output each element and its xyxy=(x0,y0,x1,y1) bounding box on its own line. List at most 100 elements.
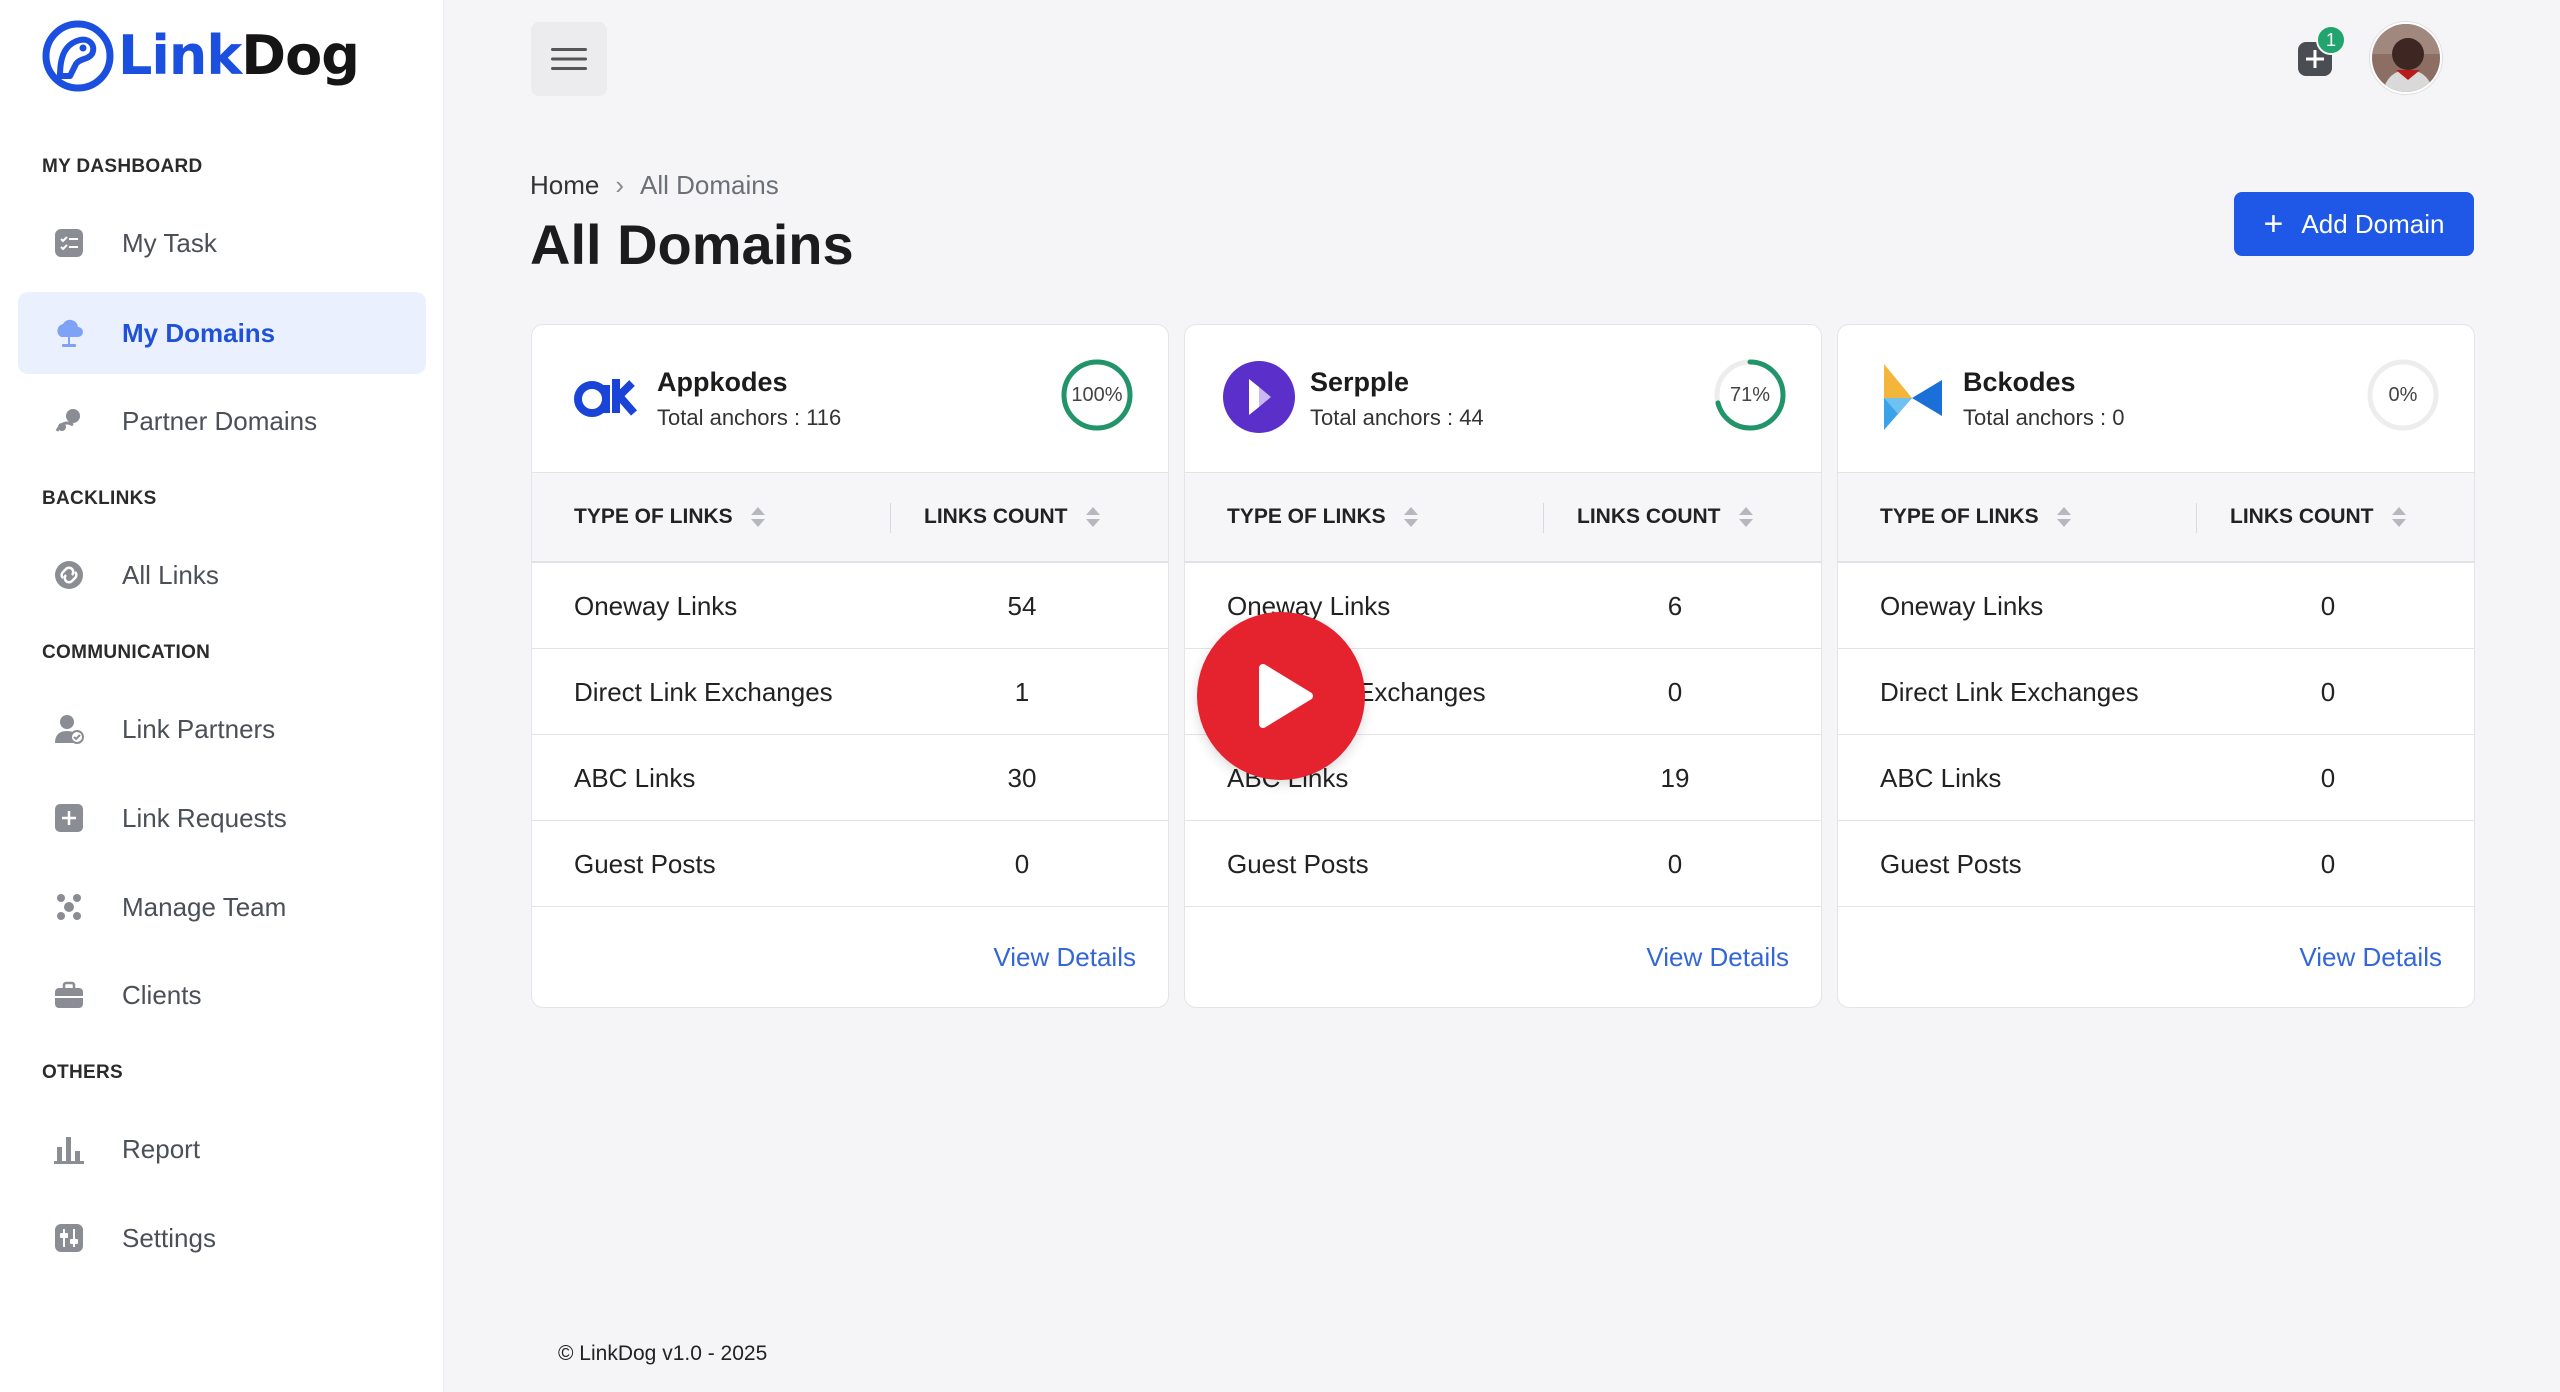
sort-icon[interactable] xyxy=(1738,505,1753,529)
partner-icon xyxy=(52,404,86,438)
card-header: Appkodes Total anchors : 116 100% xyxy=(532,325,1168,473)
brand-name: LinkDog xyxy=(118,24,360,87)
view-details-link[interactable]: View Details xyxy=(993,942,1136,973)
link-count: 1 xyxy=(1014,677,1030,707)
sidebar-item-label: Manage Team xyxy=(122,891,287,922)
video-play-button[interactable] xyxy=(1197,612,1365,780)
notification-count-badge: 1 xyxy=(2316,25,2346,55)
link-count: 6 xyxy=(1667,591,1683,621)
sidebar-item-label: Report xyxy=(122,1133,201,1164)
column-divider xyxy=(890,503,891,533)
brand-logo[interactable]: LinkDog xyxy=(40,18,360,94)
sidebar-item-my-domains[interactable]: My Domains xyxy=(18,292,426,374)
link-icon xyxy=(52,558,86,592)
link-type: Guest Posts xyxy=(1227,849,1369,879)
breadcrumb-separator-icon: › xyxy=(615,170,625,200)
column-divider xyxy=(2196,503,2197,533)
sort-icon[interactable] xyxy=(750,505,765,529)
col-type-of-links[interactable]: TYPE OF LINKS xyxy=(574,505,765,529)
domain-name: Appkodes xyxy=(657,367,788,397)
link-count: 0 xyxy=(2320,591,2336,621)
column-divider xyxy=(1543,503,1544,533)
view-details-link[interactable]: View Details xyxy=(2299,942,2442,973)
col-links-count[interactable]: LINKS COUNT xyxy=(924,505,1100,529)
col-links-count[interactable]: LINKS COUNT xyxy=(1577,505,1753,529)
total-anchors: Total anchors : 0 xyxy=(1963,405,2125,430)
link-count: 54 xyxy=(1007,591,1037,621)
sidebar-item-my-task[interactable]: My Task xyxy=(18,202,426,284)
sort-icon[interactable] xyxy=(1403,505,1418,529)
sidebar-item-manage-team[interactable]: Manage Team xyxy=(18,866,426,948)
sidebar: LinkDog MY DASHBOARD My Task My Domains … xyxy=(0,0,444,1392)
hamburger-icon xyxy=(551,48,587,70)
total-anchors: Total anchors : 44 xyxy=(1310,405,1484,430)
sidebar-item-report[interactable]: Report xyxy=(18,1108,426,1190)
sort-icon[interactable] xyxy=(2391,505,2406,529)
sidebar-item-partner-domains[interactable]: Partner Domains xyxy=(18,380,426,462)
col-type-of-links[interactable]: TYPE OF LINKS xyxy=(1880,505,2071,529)
link-count: 0 xyxy=(2320,849,2336,879)
progress-ring: 0% xyxy=(2366,358,2440,432)
link-count: 19 xyxy=(1660,763,1690,793)
progress-ring: 71% xyxy=(1713,358,1787,432)
table-row: Direct Link Exchanges 1 xyxy=(532,649,1168,735)
sidebar-item-label: Link Partners xyxy=(122,713,276,744)
sidebar-item-label: Link Requests xyxy=(122,802,287,833)
link-type: Oneway Links xyxy=(574,591,738,621)
link-type: Oneway Links xyxy=(1880,591,2044,621)
table-header: TYPE OF LINKS LINKS COUNT xyxy=(1185,473,1821,563)
link-type: Guest Posts xyxy=(574,849,716,879)
page-title: All Domains xyxy=(530,213,854,276)
progress-percent: 71% xyxy=(1729,383,1771,406)
table-row: ABC Links 0 xyxy=(1838,735,2474,821)
col-type-of-links[interactable]: TYPE OF LINKS xyxy=(1227,505,1418,529)
briefcase-icon xyxy=(52,978,86,1012)
section-communication: COMMUNICATION xyxy=(42,642,211,663)
card-header: Serpple Total anchors : 44 71% xyxy=(1185,325,1821,473)
bar-chart-icon xyxy=(52,1132,86,1166)
plus-square-icon xyxy=(52,801,86,835)
domain-card-appkodes: Appkodes Total anchors : 116 100% TYPE O… xyxy=(531,324,1169,1008)
bckodes-logo-icon xyxy=(1874,359,1950,435)
link-count: 0 xyxy=(2320,763,2336,793)
section-my-dashboard: MY DASHBOARD xyxy=(42,156,203,177)
appkodes-logo-icon xyxy=(568,359,644,435)
add-domain-button[interactable]: + Add Domain xyxy=(2234,192,2474,256)
link-count: 0 xyxy=(2320,677,2336,707)
progress-percent: 0% xyxy=(2388,383,2418,406)
settings-icon xyxy=(52,1221,86,1255)
table-header: TYPE OF LINKS LINKS COUNT xyxy=(532,473,1168,563)
sidebar-item-label: Settings xyxy=(122,1222,216,1253)
user-avatar[interactable] xyxy=(2370,22,2442,94)
serpple-logo-icon xyxy=(1221,359,1297,435)
link-type: Direct Link Exchanges xyxy=(1880,677,2139,707)
table-row: Guest Posts 0 xyxy=(532,821,1168,907)
table-row: Guest Posts 0 xyxy=(1185,821,1821,907)
domain-card-bckodes: Bckodes Total anchors : 0 0% TYPE OF LIN… xyxy=(1837,324,2475,1008)
team-icon xyxy=(52,890,86,924)
sidebar-item-all-links[interactable]: All Links xyxy=(18,534,426,616)
domain-name: Bckodes xyxy=(1963,367,2076,397)
menu-toggle-button[interactable] xyxy=(531,22,607,96)
breadcrumb-current: All Domains xyxy=(640,170,779,200)
add-domain-label: Add Domain xyxy=(2301,208,2445,239)
dog-logo-icon xyxy=(42,20,114,92)
table-row: Direct Link Exchanges 0 xyxy=(1838,649,2474,735)
view-details-link[interactable]: View Details xyxy=(1646,942,1789,973)
link-type: Direct Link Exchanges xyxy=(574,677,833,707)
link-count: 0 xyxy=(1014,849,1030,879)
table-row: Oneway Links 54 xyxy=(532,563,1168,649)
breadcrumb-home-link[interactable]: Home xyxy=(530,170,599,201)
col-links-count[interactable]: LINKS COUNT xyxy=(2230,505,2406,529)
sidebar-item-settings[interactable]: Settings xyxy=(18,1197,426,1279)
sidebar-item-link-requests[interactable]: Link Requests xyxy=(18,777,426,859)
plus-icon: + xyxy=(2263,205,2284,243)
avatar-image xyxy=(2372,24,2440,92)
sort-icon[interactable] xyxy=(1085,505,1100,529)
sidebar-item-label: Clients xyxy=(122,979,202,1010)
total-anchors: Total anchors : 116 xyxy=(657,405,842,430)
link-count: 30 xyxy=(1007,763,1037,793)
sidebar-item-clients[interactable]: Clients xyxy=(18,954,426,1036)
sidebar-item-link-partners[interactable]: Link Partners xyxy=(18,688,426,770)
sort-icon[interactable] xyxy=(2056,505,2071,529)
